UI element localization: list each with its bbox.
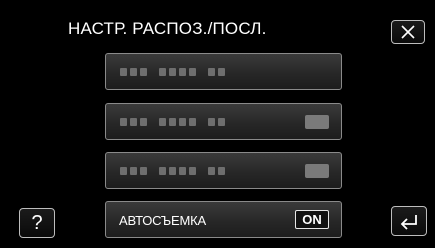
menu-item-1[interactable] bbox=[105, 53, 342, 90]
close-button[interactable] bbox=[391, 20, 425, 44]
obscured-label bbox=[120, 167, 225, 175]
back-button[interactable] bbox=[391, 206, 427, 236]
menu-item-auto-shoot[interactable]: АВТОСЪЕМКА ON bbox=[105, 201, 342, 238]
status-badge: ON bbox=[295, 210, 329, 229]
help-button[interactable]: ? bbox=[19, 208, 55, 238]
menu-item-2[interactable] bbox=[105, 103, 342, 140]
obscured-value bbox=[305, 115, 329, 129]
menu-item-3[interactable] bbox=[105, 152, 342, 189]
page-title: НАСТР. РАСПОЗ./ПОСЛ. bbox=[68, 19, 267, 38]
obscured-value bbox=[305, 164, 329, 178]
menu-item-label: АВТОСЪЕМКА bbox=[119, 213, 206, 228]
close-icon bbox=[401, 25, 415, 39]
back-arrow-icon bbox=[400, 215, 417, 230]
obscured-label bbox=[120, 68, 225, 76]
obscured-label bbox=[120, 118, 225, 126]
